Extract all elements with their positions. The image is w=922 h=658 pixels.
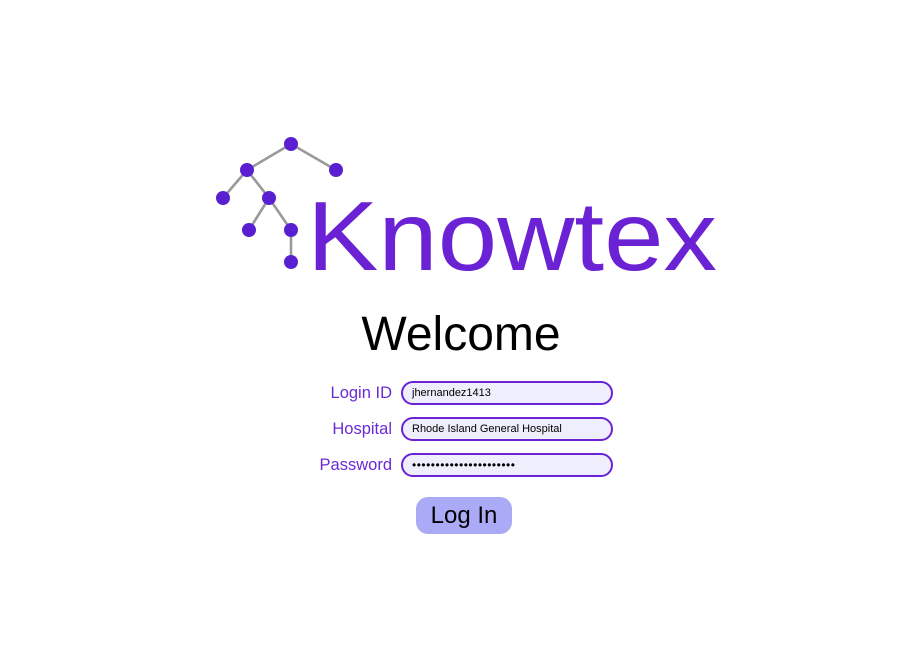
knowtex-logo: Knowtex <box>210 132 730 282</box>
login-page: Knowtex Welcome Login ID Hospital Passwo… <box>0 0 922 658</box>
logo-wordmark: Knowtex <box>307 181 717 282</box>
hospital-input[interactable] <box>401 417 613 441</box>
login-id-input[interactable] <box>401 381 613 405</box>
hospital-row: Hospital <box>300 417 620 441</box>
log-in-button[interactable]: Log In <box>416 497 512 534</box>
login-id-row: Login ID <box>300 381 620 405</box>
password-row: Password <box>300 453 620 477</box>
password-label: Password <box>319 456 392 474</box>
hospital-label: Hospital <box>332 420 392 438</box>
welcome-heading: Welcome <box>361 308 561 361</box>
login-id-label: Login ID <box>330 384 392 402</box>
password-input[interactable] <box>401 453 613 477</box>
